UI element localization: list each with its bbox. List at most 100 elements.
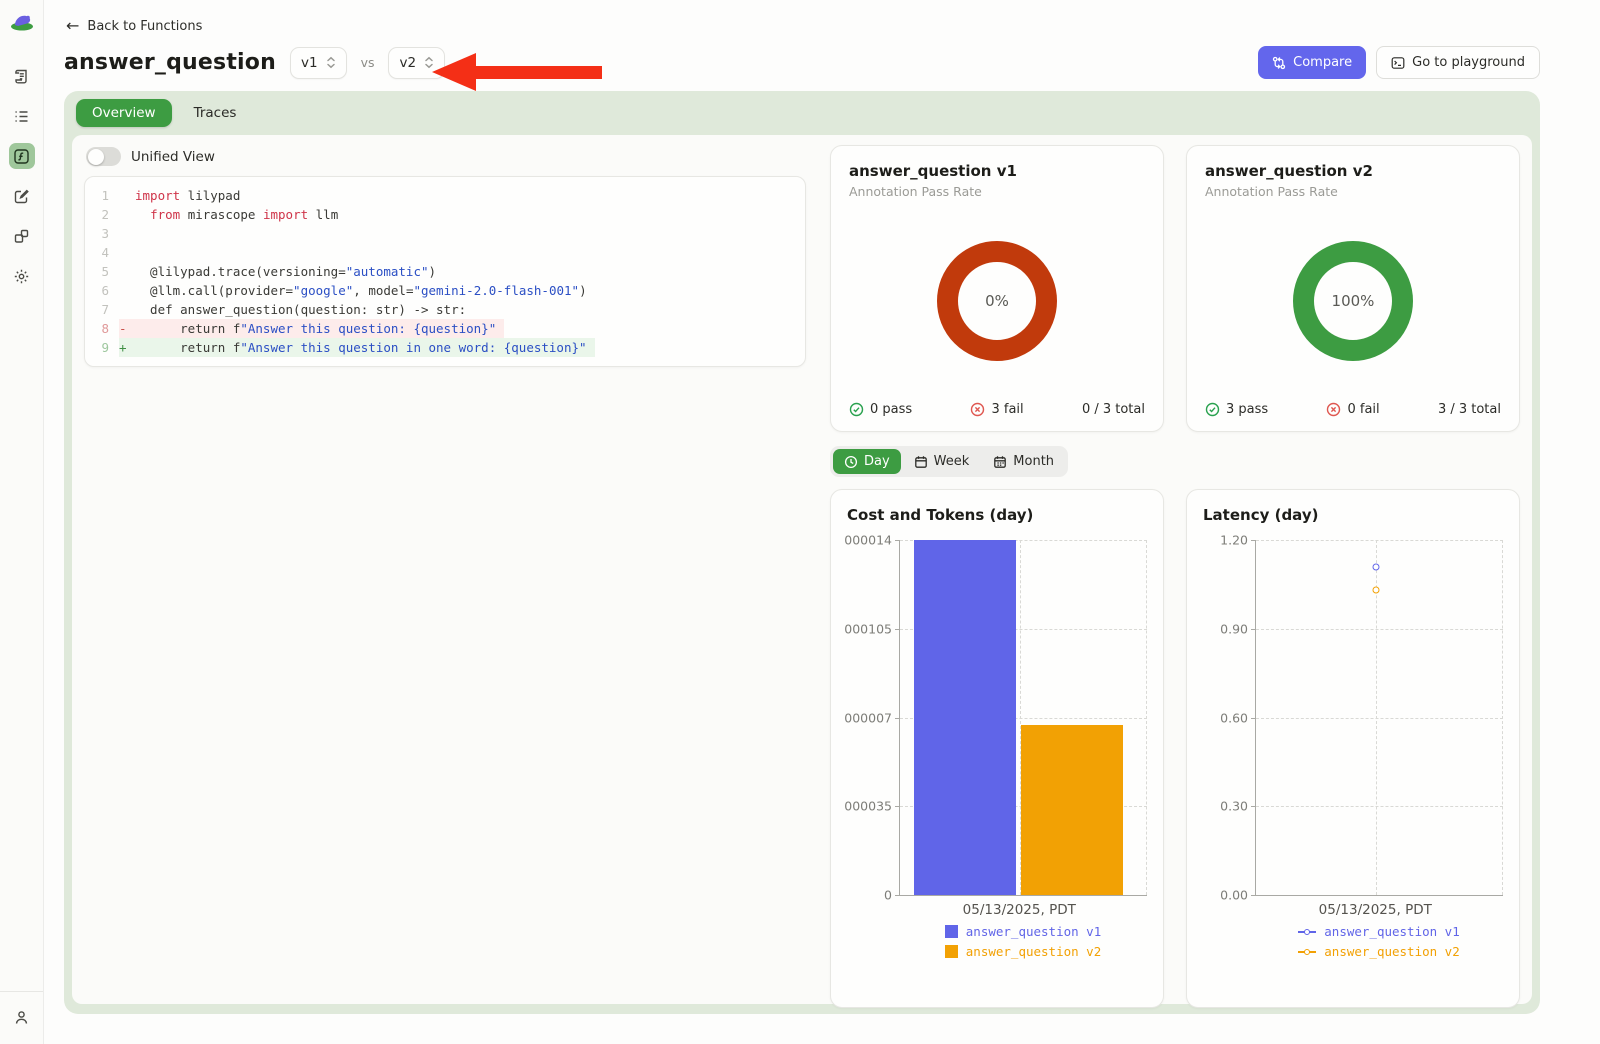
pass-rate-cards: answer_question v1 Annotation Pass Rate … <box>830 145 1520 432</box>
y-tick-label: 0.90 <box>1220 621 1248 636</box>
period-segmented-control: Day Week Month <box>830 446 1068 477</box>
pass-count: 3 pass <box>1226 402 1268 417</box>
functions-icon[interactable] <box>9 143 35 169</box>
gridline <box>1502 540 1503 895</box>
overview-container: Overview Traces Unified View 1 import li… <box>64 91 1540 1014</box>
user-icon[interactable] <box>9 1004 35 1030</box>
back-label: Back to Functions <box>87 19 202 34</box>
pass-footer: 3 pass 0 fail 3 / 3 total <box>1205 402 1501 417</box>
fail-count: 0 fail <box>1347 402 1379 417</box>
tab-bar: Overview Traces <box>64 91 1540 135</box>
code-line: 2 from mirascope import llm <box>85 205 805 224</box>
check-circle-icon <box>1205 402 1220 417</box>
period-week-label: Week <box>934 454 970 469</box>
period-month-label: Month <box>1013 454 1054 469</box>
cost-tokens-chart-card: Cost and Tokens (day) 000014000105000007… <box>830 489 1164 1008</box>
bar-v2 <box>1021 725 1124 895</box>
code-line: 6 @llm.call(provider="google", model="ge… <box>85 281 805 300</box>
terminal-icon <box>1391 56 1405 70</box>
version-left-value: v1 <box>301 55 318 71</box>
unified-view-toggle[interactable] <box>86 147 121 166</box>
y-tick-label: 0.30 <box>1220 799 1248 814</box>
annotations-icon[interactable] <box>9 183 35 209</box>
sidebar-footer <box>0 991 43 1044</box>
vs-label: vs <box>361 55 375 70</box>
main-content: ← Back to Functions answer_question v1 v… <box>44 0 1600 1044</box>
total-count: 3 / 3 total <box>1438 402 1501 417</box>
data-point-v1 <box>1372 563 1379 570</box>
code-line: 8- return f"Answer this question: {quest… <box>85 319 805 338</box>
y-tick-label: 1.20 <box>1220 533 1248 548</box>
code-line: 5 @lilypad.trace(versioning="automatic") <box>85 262 805 281</box>
period-day-label: Day <box>864 454 890 469</box>
pass-count: 0 pass <box>870 402 912 417</box>
code-diff-editor[interactable]: 1 import lilypad2 from mirascope import … <box>84 176 806 367</box>
version-select-right[interactable]: v2 <box>388 47 445 79</box>
y-tick-label: 000105 <box>844 621 892 636</box>
compare-button[interactable]: Compare <box>1258 46 1366 79</box>
version-select-left[interactable]: v1 <box>290 47 347 79</box>
gridline <box>1256 629 1503 630</box>
gridline <box>1256 540 1503 541</box>
latency-chart-card: Latency (day) 1.200.900.600.300.0005/13/… <box>1186 489 1520 1008</box>
calendar-icon <box>993 455 1007 469</box>
pass-rate-donut-v1: 0% <box>937 241 1057 361</box>
period-day-button[interactable]: Day <box>833 449 901 474</box>
tab-overview[interactable]: Overview <box>76 99 172 127</box>
period-month-button[interactable]: Month <box>982 449 1065 474</box>
tab-traces[interactable]: Traces <box>178 99 253 127</box>
back-arrow-icon: ← <box>66 18 79 34</box>
blocks-icon[interactable] <box>9 223 35 249</box>
legend-label: answer_question v2 <box>966 944 1101 959</box>
total-count: 0 / 3 total <box>1082 402 1145 417</box>
legend-item: answer_question v2 <box>945 944 1101 959</box>
donut-percent: 0% <box>985 292 1009 310</box>
card-subtitle: Annotation Pass Rate <box>1205 184 1501 199</box>
app-root: ← Back to Functions answer_question v1 v… <box>0 0 1600 1044</box>
donut-percent: 100% <box>1332 292 1375 310</box>
legend-swatch-icon <box>945 945 958 958</box>
period-row: Day Week Month <box>830 446 1520 477</box>
legend-swatch-icon <box>945 925 958 938</box>
data-point-v2 <box>1372 587 1379 594</box>
gridline <box>1256 718 1503 719</box>
legend-label: answer_question v1 <box>1324 924 1459 939</box>
legend-item: answer_question v1 <box>1298 924 1459 939</box>
chevron-updown-icon <box>424 56 434 69</box>
settings-icon[interactable] <box>9 263 35 289</box>
fail-count: 3 fail <box>991 402 1023 417</box>
compare-label: Compare <box>1293 55 1352 70</box>
title-row: answer_question v1 vs v2 <box>64 46 1540 79</box>
git-compare-icon <box>1272 56 1286 70</box>
list-icon[interactable] <box>9 103 35 129</box>
traces-icon[interactable] <box>9 63 35 89</box>
code-lines: 1 import lilypad2 from mirascope import … <box>85 186 805 357</box>
back-to-functions-link[interactable]: ← Back to Functions <box>66 18 202 34</box>
legend-marker-icon <box>1298 948 1316 955</box>
code-line: 1 import lilypad <box>85 186 805 205</box>
code-line: 3 <box>85 224 805 243</box>
y-tick-label: 0.60 <box>1220 710 1248 725</box>
legend-label: answer_question v1 <box>966 924 1101 939</box>
clock-icon <box>844 455 858 469</box>
x-axis-label: 05/13/2025, PDT <box>963 902 1076 918</box>
gridline <box>1256 806 1503 807</box>
y-tick-label: 000014 <box>844 533 892 548</box>
title-actions: Compare Go to playground <box>1258 46 1540 79</box>
pass-rate-card-v2: answer_question v2 Annotation Pass Rate … <box>1186 145 1520 432</box>
go-to-playground-button[interactable]: Go to playground <box>1376 46 1540 79</box>
unified-view-label: Unified View <box>131 149 215 165</box>
period-week-button[interactable]: Week <box>903 449 981 474</box>
lilypad-logo-icon[interactable] <box>9 9 35 33</box>
card-subtitle: Annotation Pass Rate <box>849 184 1145 199</box>
legend-item: answer_question v2 <box>1298 944 1459 959</box>
code-line: 4 <box>85 243 805 262</box>
toggle-knob <box>88 149 104 165</box>
page-title: answer_question <box>64 50 276 75</box>
chart-cards: Cost and Tokens (day) 000014000105000007… <box>830 489 1520 1008</box>
chart-title: Latency (day) <box>1203 506 1503 524</box>
check-circle-icon <box>849 402 864 417</box>
latency-chart: 1.200.900.600.300.0005/13/2025, PDTanswe… <box>1203 540 1503 961</box>
overview-panel: Unified View 1 import lilypad2 from mira… <box>72 135 1532 1004</box>
cost-tokens-chart: 000014000105000007000035005/13/2025, PDT… <box>847 540 1147 961</box>
